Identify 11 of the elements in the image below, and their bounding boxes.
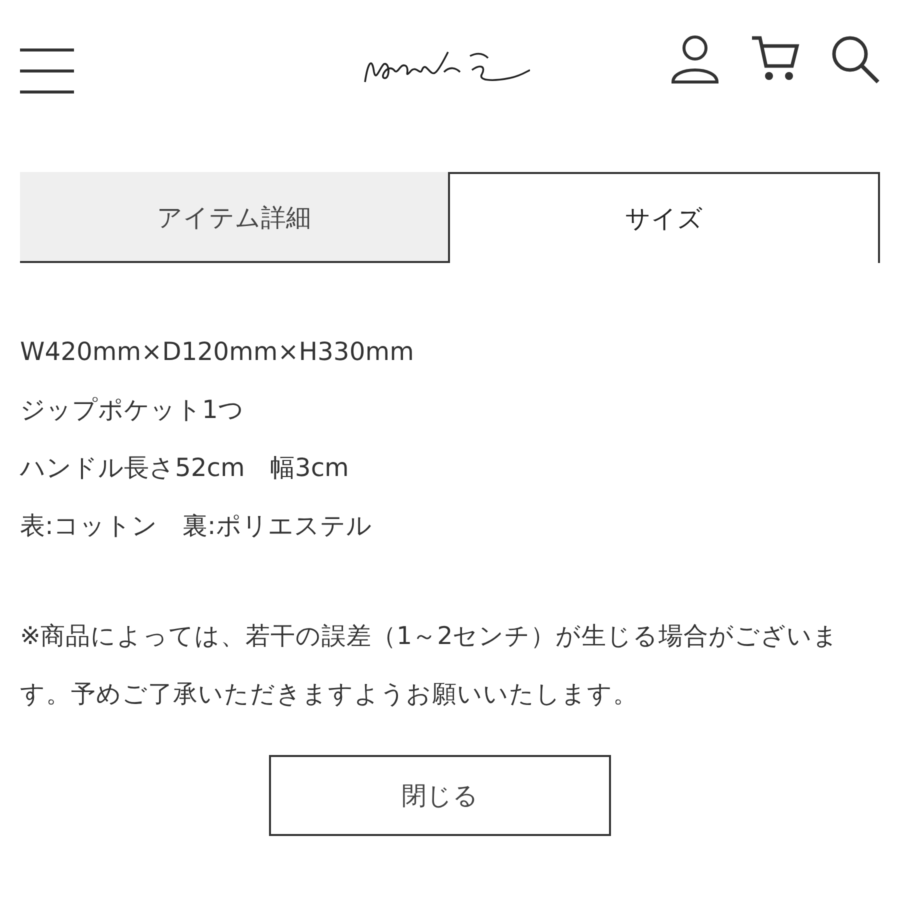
note-text: ※商品によっては、若干の誤差（1～2センチ）が生じる場合がございます。予めご了承いただきますようお願いいたします。 xyxy=(20,620,840,710)
user-icon[interactable] xyxy=(670,34,720,84)
tab[interactable]: サイズ xyxy=(448,172,880,263)
size-spec-text: 表:コットン 裏:ポリエステル xyxy=(20,510,373,542)
menu-icon[interactable] xyxy=(20,48,74,94)
search-icon[interactable] xyxy=(830,34,880,84)
size-spec-text: W420mm×D120mm×H330mm xyxy=(20,336,415,368)
size-spec-text: ジップポケット1つ xyxy=(20,394,245,426)
close-button[interactable]: 閉じる xyxy=(269,755,611,836)
size-spec-text: ハンドル長さ52cm 幅3cm xyxy=(20,452,350,484)
tab[interactable]: アイテム詳細 xyxy=(20,172,448,263)
